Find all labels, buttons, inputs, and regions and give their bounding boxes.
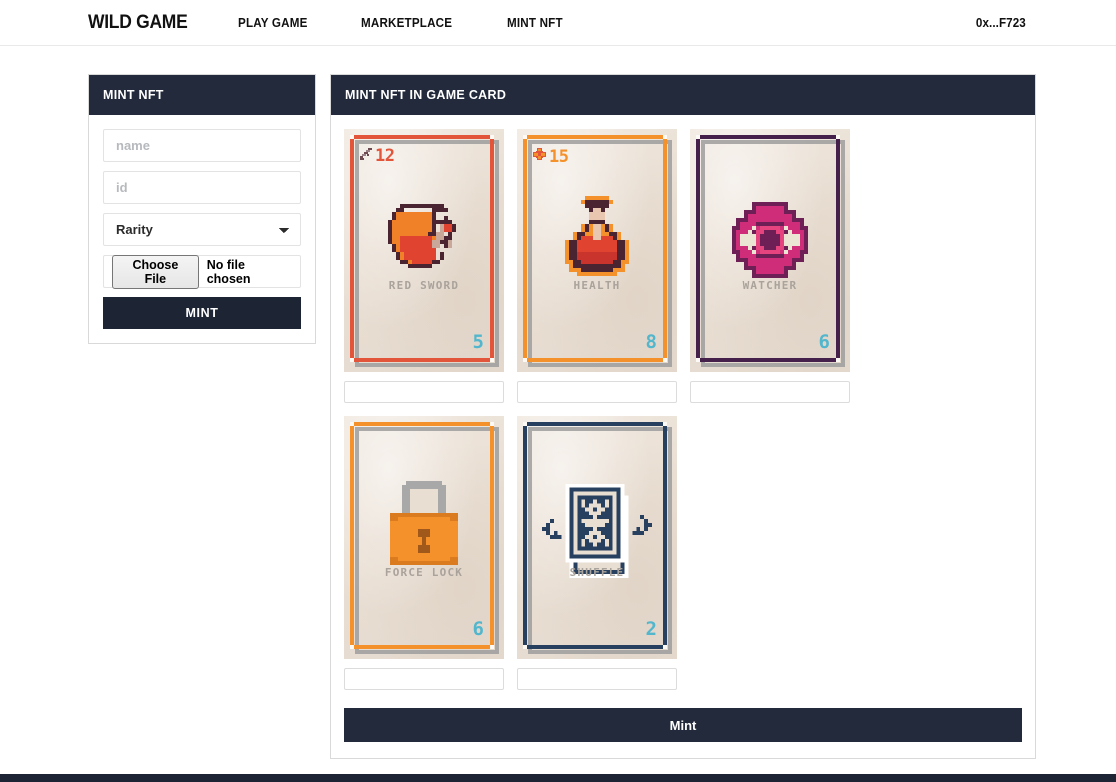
card-corner [663, 422, 667, 426]
page-content: MINT NFT Rarity Choose File No file chos… [0, 46, 1116, 774]
mint-submit-button[interactable]: MINT [103, 297, 301, 329]
card-corner [490, 358, 494, 362]
card-name: FORCE LOCK [384, 566, 464, 579]
card-name: WATCHER [742, 279, 798, 292]
game-card[interactable]: WATCHER 6 [690, 129, 850, 372]
mint-in-game-card-panel: MINT NFT IN GAME CARD 12 RED SWORD 5 15 … [330, 74, 1036, 759]
game-card[interactable]: SHUFFLE 2 [517, 416, 677, 659]
game-card[interactable]: FORCE LOCK 6 [344, 416, 504, 659]
id-input[interactable] [103, 171, 301, 204]
card-corner [663, 645, 667, 649]
sword-icon [359, 147, 373, 166]
card-corner [350, 358, 354, 362]
card-cost: 6 [818, 331, 830, 353]
cards-panel-body: 12 RED SWORD 5 15 HEALTH 8 WATCHER 6 FOR… [331, 115, 1035, 758]
game-card[interactable]: 15 HEALTH 8 [517, 129, 677, 372]
card-stat: 12 [359, 146, 395, 166]
card-cost: 8 [645, 331, 657, 353]
card-corner [663, 358, 667, 362]
card-corner [523, 645, 527, 649]
brand-logo[interactable]: WILD GAME [88, 12, 188, 34]
card-corner [696, 358, 700, 362]
card-cell: 15 HEALTH 8 [517, 129, 677, 403]
card-cell: FORCE LOCK 6 [344, 416, 504, 690]
card-corner [490, 422, 494, 426]
card-name: SHUFFLE [569, 566, 625, 579]
mint-panel-body: Rarity Choose File No file chosen MINT [89, 115, 315, 343]
cards-panel-title: MINT NFT IN GAME CARD [331, 75, 1035, 115]
card-name: HEALTH [573, 279, 621, 292]
nav-play-game[interactable]: PLAY GAME [238, 16, 308, 30]
card-corner [836, 358, 840, 362]
card-stat: 15 [532, 146, 569, 167]
card-cell: WATCHER 6 [690, 129, 850, 403]
card-cell: 12 RED SWORD 5 [344, 129, 504, 403]
card-quantity-input[interactable] [517, 381, 677, 403]
nav-marketplace[interactable]: MARKETPLACE [361, 16, 452, 30]
file-status-label: No file chosen [206, 257, 251, 286]
card-corner [350, 645, 354, 649]
choose-file-button[interactable]: Choose File [112, 254, 199, 289]
footer-bar [0, 774, 1116, 782]
game-card[interactable]: 12 RED SWORD 5 [344, 129, 504, 372]
card-corner [696, 135, 700, 139]
health-cross-icon [532, 147, 547, 167]
mint-nft-panel: MINT NFT Rarity Choose File No file chos… [88, 74, 316, 344]
card-cost: 2 [645, 618, 657, 640]
card-stat-value: 12 [375, 146, 395, 166]
card-name: RED SWORD [388, 279, 460, 292]
card-quantity-input[interactable] [517, 668, 677, 690]
mint-panel-title: MINT NFT [89, 75, 315, 115]
card-quantity-input[interactable] [690, 381, 850, 403]
card-cell: SHUFFLE 2 [517, 416, 677, 690]
nav-mint-nft[interactable]: MINT NFT [507, 16, 563, 30]
nav-links: PLAY GAME MARKETPLACE MINT NFT [238, 16, 615, 30]
card-corner [523, 135, 527, 139]
card-corner [490, 135, 494, 139]
card-quantity-input[interactable] [344, 668, 504, 690]
card-grid: 12 RED SWORD 5 15 HEALTH 8 WATCHER 6 FOR… [344, 129, 1022, 690]
card-cost: 6 [472, 618, 484, 640]
card-corner [523, 358, 527, 362]
card-corner [663, 135, 667, 139]
name-input[interactable] [103, 129, 301, 162]
card-corner [523, 422, 527, 426]
card-corner [350, 135, 354, 139]
card-corner [350, 422, 354, 426]
rarity-select[interactable]: Rarity [103, 213, 301, 246]
card-cost: 5 [472, 331, 484, 353]
mint-cards-button[interactable]: Mint [344, 708, 1022, 742]
card-stat-value: 15 [549, 146, 569, 167]
top-navbar: WILD GAME PLAY GAME MARKETPLACE MINT NFT… [0, 0, 1116, 46]
wallet-address[interactable]: 0x...F723 [976, 16, 1026, 30]
card-corner [836, 135, 840, 139]
card-corner [490, 645, 494, 649]
file-upload-field[interactable]: Choose File No file chosen [103, 254, 301, 289]
card-quantity-input[interactable] [344, 381, 504, 403]
